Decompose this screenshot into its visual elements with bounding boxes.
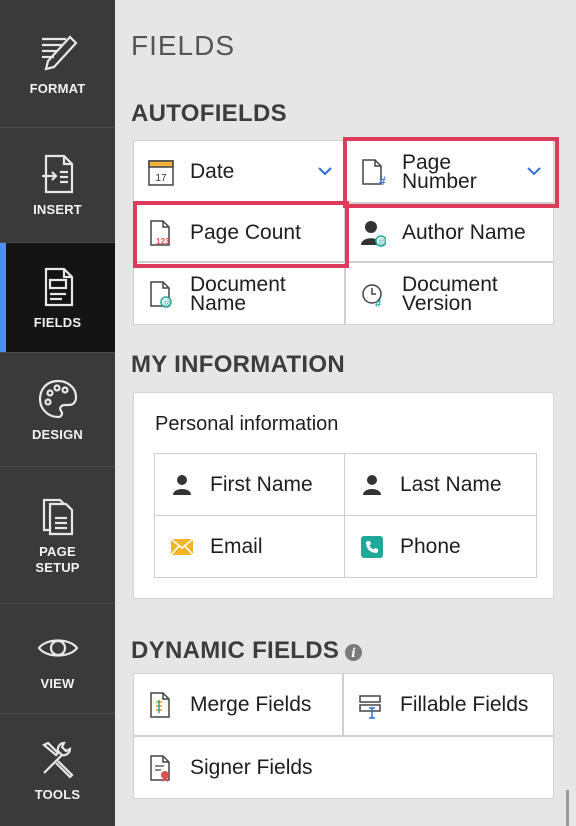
email-button[interactable]: Email (154, 515, 345, 578)
sidebar-item-tools[interactable]: TOOLS (0, 714, 115, 826)
sidebar-item-label: TOOLS (34, 787, 81, 802)
first-name-button[interactable]: First Name (154, 453, 345, 516)
last-name-label: Last Name (400, 472, 502, 496)
sidebar-item-label: VIEW (40, 675, 75, 691)
sidebar-item-label: INSERT (33, 202, 82, 217)
document-name-icon: @ (150, 280, 172, 308)
section-title-autofields: AUTOFIELDS (131, 100, 287, 127)
sidebar-item-label: FORMAT (29, 80, 86, 96)
insert-icon (41, 154, 73, 194)
author-icon: @ (361, 220, 386, 247)
section-title-my-information: MY INFORMATION (131, 351, 345, 378)
fields-panel: FIELDS AUTOFIELDS 17 Date # Page Number … (115, 0, 576, 826)
fillable-fields-button[interactable]: Fillable Fields (343, 673, 554, 736)
merge-fields-button[interactable]: Merge Fields (133, 673, 343, 736)
page-number-icon: # (362, 158, 386, 186)
dynamic-fields-title: DYNAMIC FIELDS (131, 637, 340, 664)
section-title-dynamic-fields: DYNAMIC FIELDS i (131, 637, 363, 665)
eye-icon (37, 638, 78, 657)
sidebar-item-label: FIELDS (33, 314, 82, 330)
tools-icon (41, 741, 74, 779)
sidebar-item-view[interactable]: VIEW (0, 604, 115, 714)
email-label: Email (210, 534, 263, 558)
page-count-icon: 123 (150, 219, 170, 246)
merge-fields-icon (150, 691, 170, 718)
personal-information-card: Personal information First Name Last Nam… (133, 392, 554, 599)
chevron-down-icon[interactable] (527, 166, 541, 176)
svg-text:#: # (375, 298, 381, 308)
calendar-icon-text: 17 (155, 173, 167, 184)
sidebar: FORMAT INSERT FIELDS DESIGN PAGE SETUP V… (0, 0, 115, 826)
sidebar-item-label: DESIGN (31, 426, 84, 442)
signer-fields-button[interactable]: Signer Fields (133, 736, 554, 799)
fillable-fields-label: Fillable Fields (400, 693, 529, 716)
fields-icon (44, 267, 73, 306)
person-icon (173, 474, 191, 495)
page-count-icon-text: 123 (156, 237, 170, 246)
format-icon (41, 34, 78, 71)
document-name-button[interactable]: @ Document Name (133, 262, 345, 325)
page-number-button-label: Page Number (402, 150, 477, 193)
merge-fields-label: Merge Fields (190, 693, 312, 716)
document-version-icon: # (362, 283, 382, 308)
page-setup-icon (42, 498, 73, 536)
signer-fields-label: Signer Fields (190, 756, 313, 779)
first-name-label: First Name (210, 472, 313, 496)
author-name-button[interactable]: @ Author Name (345, 203, 554, 262)
phone-icon (361, 535, 383, 558)
calendar-icon: 17 (148, 159, 174, 186)
chevron-down-icon[interactable] (318, 166, 332, 176)
sidebar-item-design[interactable]: DESIGN (0, 353, 115, 467)
document-name-button-label: Document Name (190, 272, 286, 315)
sidebar-item-insert[interactable]: INSERT (0, 128, 115, 243)
sidebar-item-format[interactable]: FORMAT (0, 0, 115, 128)
panel-title: FIELDS (131, 30, 236, 61)
sidebar-item-fields[interactable]: FIELDS (0, 243, 115, 353)
svg-text:@: @ (378, 239, 385, 246)
person-icon (363, 474, 381, 495)
scrollbar-handle[interactable] (566, 790, 569, 826)
document-version-button[interactable]: # Document Version (345, 262, 554, 325)
document-version-button-label: Document Version (402, 272, 498, 315)
phone-label: Phone (400, 534, 461, 558)
date-button[interactable]: 17 Date (133, 140, 345, 203)
last-name-button[interactable]: Last Name (344, 453, 537, 516)
palette-icon (38, 379, 77, 418)
svg-text:@: @ (163, 300, 170, 307)
fillable-fields-icon (359, 694, 381, 719)
page-count-button-label: Page Count (190, 221, 301, 244)
card-title: Personal information (155, 413, 339, 435)
phone-button[interactable]: Phone (344, 515, 537, 578)
sidebar-item-page-setup[interactable]: PAGE SETUP (0, 467, 115, 604)
date-button-label: Date (190, 160, 235, 183)
author-name-button-label: Author Name (402, 221, 526, 244)
page-count-button[interactable]: 123 Page Count (133, 203, 345, 262)
svg-text:#: # (379, 174, 386, 186)
info-icon[interactable]: i (345, 644, 363, 661)
email-icon (170, 537, 194, 555)
sidebar-item-label: PAGE SETUP (35, 544, 80, 575)
page-number-button[interactable]: # Page Number (345, 140, 554, 203)
signer-fields-icon (150, 754, 170, 782)
